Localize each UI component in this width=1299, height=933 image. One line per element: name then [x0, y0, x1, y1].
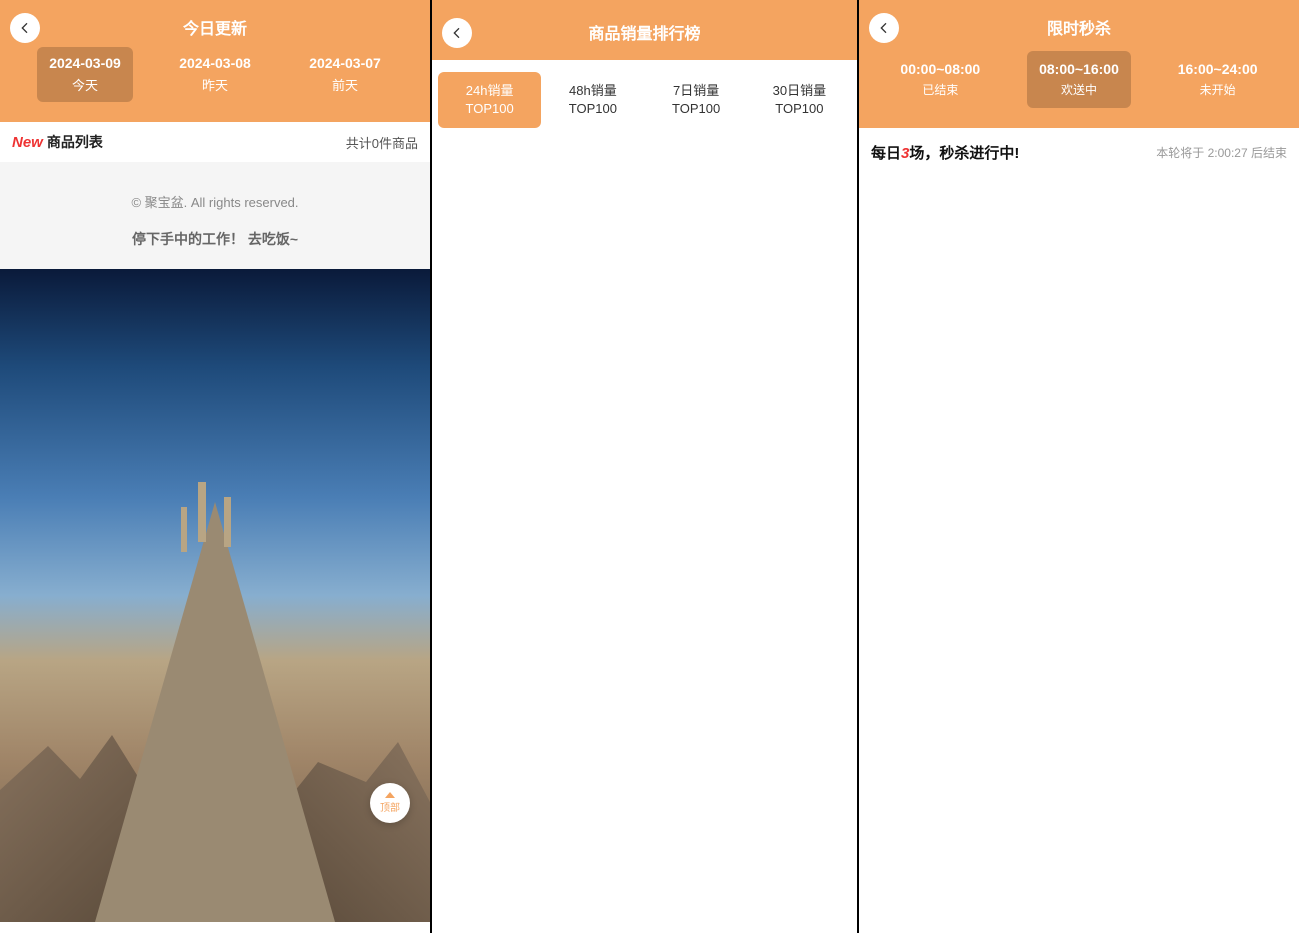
- rank-tab-24h[interactable]: 24h销量TOP100: [438, 72, 541, 128]
- arrow-left-icon: [876, 20, 892, 36]
- back-button[interactable]: [869, 13, 899, 43]
- time-tabs: 00:00~08:00 已结束 08:00~16:00 欢送中 16:00~24…: [859, 39, 1299, 108]
- copyright: © 聚宝盆. All rights reserved.: [0, 192, 430, 211]
- footer: © 聚宝盆. All rights reserved. 停下手中的工作！ 去吃饭…: [0, 162, 430, 269]
- back-to-top-button[interactable]: 顶部: [370, 783, 410, 823]
- date-tab-daybefore[interactable]: 2024-03-07 前天: [297, 47, 393, 102]
- date-tabs: 2024-03-09 今天 2024-03-08 昨天 2024-03-07 前…: [0, 39, 430, 102]
- hero-image: [0, 269, 430, 922]
- back-to-top-label: 顶部: [380, 799, 400, 814]
- flash-sale-panel: 限时秒杀 00:00~08:00 已结束 08:00~16:00 欢送中 16:…: [859, 0, 1299, 933]
- flash-slogan: 每日3场，秒杀进行中!: [871, 142, 1019, 163]
- page-title: 商品销量排行榜: [432, 0, 857, 44]
- arrow-left-icon: [17, 20, 33, 36]
- caret-up-icon: [385, 792, 395, 798]
- page-title: 今日更新: [0, 0, 430, 39]
- footer-message: 停下手中的工作！ 去吃饭~: [0, 229, 430, 249]
- flash-info-row: 每日3场，秒杀进行中! 本轮将于 2:00:27 后结束: [859, 128, 1299, 177]
- new-badge: New: [12, 134, 43, 151]
- back-button[interactable]: [10, 13, 40, 43]
- date-tab-yesterday[interactable]: 2024-03-08 昨天: [167, 47, 263, 102]
- rank-tab-30d[interactable]: 30日销量TOP100: [748, 72, 851, 128]
- rank-tab-7d[interactable]: 7日销量TOP100: [645, 72, 748, 128]
- list-title: New商品列表: [12, 132, 103, 152]
- page-title: 限时秒杀: [859, 0, 1299, 39]
- countdown-text: 本轮将于 2:00:27 后结束: [1156, 144, 1287, 161]
- header-daily: 今日更新 2024-03-09 今天 2024-03-08 昨天 2024-03…: [0, 0, 430, 122]
- back-button[interactable]: [442, 18, 472, 48]
- time-tab-slot3[interactable]: 16:00~24:00 未开始: [1166, 51, 1270, 108]
- time-tab-slot1[interactable]: 00:00~08:00 已结束: [888, 51, 992, 108]
- arrow-left-icon: [449, 25, 465, 41]
- date-tab-today[interactable]: 2024-03-09 今天: [37, 47, 133, 102]
- product-count: 共计0件商品: [346, 133, 418, 152]
- daily-update-panel: 今日更新 2024-03-09 今天 2024-03-08 昨天 2024-03…: [0, 0, 432, 933]
- rank-tab-48h[interactable]: 48h销量TOP100: [541, 72, 644, 128]
- rank-tabs: 24h销量TOP100 48h销量TOP100 7日销量TOP100 30日销量…: [432, 60, 857, 140]
- sales-ranking-panel: 商品销量排行榜 24h销量TOP100 48h销量TOP100 7日销量TOP1…: [432, 0, 859, 933]
- time-tab-slot2[interactable]: 08:00~16:00 欢送中: [1027, 51, 1131, 108]
- header-ranking: 商品销量排行榜: [432, 0, 857, 60]
- header-flash: 限时秒杀 00:00~08:00 已结束 08:00~16:00 欢送中 16:…: [859, 0, 1299, 128]
- product-list-header: New商品列表 共计0件商品: [0, 122, 430, 162]
